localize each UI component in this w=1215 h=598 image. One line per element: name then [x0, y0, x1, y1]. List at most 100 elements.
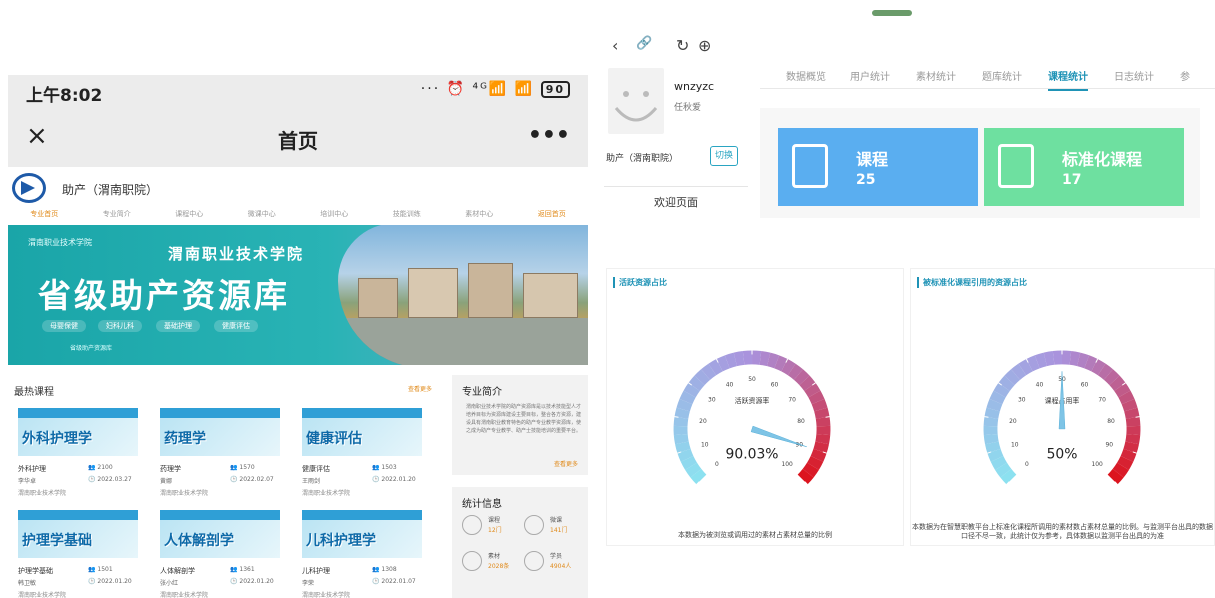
school-logo: [12, 173, 46, 203]
avatar: [608, 68, 664, 134]
tab-log-stats[interactable]: 日志统计: [1114, 68, 1154, 83]
intro-heading: 专业简介: [462, 387, 502, 398]
gauge-arc-segment: [990, 455, 1007, 470]
gauge-arc-segment: [724, 352, 738, 369]
course-thumbnail: 护理学基础: [18, 510, 138, 558]
switch-button[interactable]: 切换: [710, 146, 738, 166]
course-title: 外科护理: [18, 465, 46, 473]
course-card[interactable]: 护理学基础 护理学基础 👥 1501 韩卫敏 🕒 2022.01.20 渭南职业…: [18, 510, 138, 598]
stat-item: 微课 141门: [524, 515, 584, 545]
course-count-tile[interactable]: 课程 25: [778, 128, 978, 206]
gauge-arc-segment: [1117, 455, 1134, 470]
course-card[interactable]: 健康评估 健康评估 👥 1503 王雨剑 🕒 2022.01.20 渭南职业技术…: [302, 408, 422, 508]
site-nav-item[interactable]: 培训中心: [320, 209, 348, 223]
course-thumbnail: 健康评估: [302, 408, 422, 456]
gauge-tick: [1135, 416, 1140, 418]
panel-title: 被标准化课程引用的资源占比: [917, 277, 1027, 288]
gauge-arc-segment: [673, 433, 689, 445]
tab-question-stats[interactable]: 题库统计: [982, 68, 1022, 83]
tab-data-overview[interactable]: 数据概览: [786, 68, 826, 83]
course-thumbnail: 人体解剖学: [160, 510, 280, 558]
window-drag-handle[interactable]: [872, 10, 912, 16]
gauge-value: 90.03%: [726, 447, 779, 463]
link-icon[interactable]: 🔗: [636, 36, 652, 51]
gauge-arc-segment: [1091, 359, 1106, 376]
site-nav-item[interactable]: 返回首页: [538, 209, 566, 223]
course-card[interactable]: 人体解剖学 人体解剖学 👥 1361 张小红 🕒 2022.01.20 渭南职业…: [160, 510, 280, 598]
course-views: 👥 2100: [88, 464, 113, 471]
user-realname: 任秋爱: [674, 103, 702, 113]
gauge-center-label: 活跃资源率: [735, 396, 770, 405]
refresh-icon[interactable]: ↻: [676, 36, 689, 55]
gauge-tick-label: 100: [781, 461, 793, 468]
course-author: 张小红: [160, 580, 179, 587]
site-nav-item[interactable]: 课程中心: [175, 209, 203, 223]
panel-caption: 本数据为被浏览或调用过的素材占素材总量的比例: [678, 531, 832, 539]
signal-icons: ··· ⏰ ⁴ᴳ📶 📶: [420, 81, 535, 97]
site-nav-item[interactable]: 专业简介: [103, 209, 131, 223]
gauge-arc-segment: [679, 390, 696, 405]
gauge-tick: [825, 416, 830, 418]
course-card[interactable]: 外科护理学 外科护理 👥 2100 李华卓 🕒 2022.03.27 渭南职业技…: [18, 408, 138, 508]
gauge-arc-segment: [701, 363, 717, 380]
course-views: 👥 1361: [230, 566, 255, 573]
page-title: 首页: [278, 129, 318, 153]
tile-label: 课程: [856, 150, 889, 169]
course-views: 👥 1570: [230, 464, 255, 471]
back-icon[interactable]: ‹: [612, 36, 618, 55]
site-nav-item[interactable]: 微课中心: [248, 209, 276, 223]
gauge-arc-segment: [1076, 352, 1090, 369]
course-icon: [462, 515, 482, 535]
welcome-page-link[interactable]: 欢迎页面: [604, 186, 748, 218]
gauge-arc-segment: [674, 407, 690, 419]
tab-material-stats[interactable]: 素材统计: [916, 68, 956, 83]
gauge-arc-segment: [716, 355, 730, 372]
gauge-tick-label: 30: [1018, 397, 1026, 404]
gauge-arc-segment: [787, 363, 803, 380]
course-title: 儿科护理: [302, 567, 330, 575]
tab-user-stats[interactable]: 用户统计: [850, 68, 890, 83]
course-card[interactable]: 儿科护理学 儿科护理 👥 1308 李荣 🕒 2022.01.07 渭南职业技术…: [302, 510, 422, 598]
banner-footer: 省级助产资源库: [70, 345, 113, 352]
panel-caption: 本数据为在智慧职教平台上标准化课程所调用的素材数占素材总量的比例。与监测平台出具…: [912, 523, 1213, 540]
gauge-arc-segment: [1097, 363, 1113, 380]
hero-banner[interactable]: 渭南职业技术学院 渭南职业技术学院 省级助产资源库 母婴保健 妇科儿科 基础护理…: [8, 225, 588, 365]
username: wnzyzc: [674, 80, 715, 93]
tab-bar: 数据概览 用户统计 素材统计 题库统计 课程统计 日志统计 参: [760, 62, 1215, 91]
tab-more[interactable]: 参: [1180, 68, 1190, 83]
gauge-arc-segment: [989, 390, 1006, 405]
course-school: 渭南职业技术学院: [160, 490, 209, 497]
site-nav-item[interactable]: 素材中心: [465, 209, 493, 223]
gauge-tick-label: 0: [1025, 461, 1029, 468]
gauge-arc-segment: [1114, 382, 1131, 398]
course-date: 🕒 2022.01.20: [372, 476, 416, 483]
gauge-arc-segment: [1018, 359, 1033, 376]
more-menu-icon[interactable]: •••: [528, 123, 570, 148]
user-org: 助产（渭南职院）: [606, 154, 679, 164]
gauge-arc-segment: [675, 441, 691, 454]
gauge-tick-label: 10: [1011, 441, 1019, 448]
globe-icon[interactable]: ⊕: [698, 36, 711, 55]
course-card[interactable]: 药理学 药理学 👥 1570 黄娜 🕒 2022.02.07 渭南职业技术学院: [160, 408, 280, 508]
gauge-tick-label: 30: [708, 397, 716, 404]
course-school: 渭南职业技术学院: [18, 490, 67, 497]
gauge-tick-label: 20: [699, 418, 707, 425]
stat-item: 素材 2028条: [462, 551, 522, 581]
course-views: 👥 1308: [372, 566, 397, 573]
stats-box: 统计信息 课程 12门 微课 141门 素材 2028条 学员 4904人: [452, 487, 588, 598]
site-nav-item[interactable]: 专业首页: [30, 209, 58, 223]
hot-courses-more-link[interactable]: 查看更多: [408, 384, 432, 393]
gauge-arc-segment: [733, 351, 745, 367]
banner-college: 渭南职业技术学院: [168, 245, 305, 263]
site-name: 助产（渭南职院）: [62, 183, 159, 197]
site-nav-item[interactable]: 技能训练: [393, 209, 421, 223]
tab-divider: [760, 88, 1215, 89]
gauge-tick-label: 70: [1098, 397, 1106, 404]
standard-course-tile[interactable]: 标准化课程 17: [984, 128, 1184, 206]
gauge-arc-segment: [808, 390, 825, 405]
material-icon: [462, 551, 482, 571]
status-bar: 上午8:02 ··· ⏰ ⁴ᴳ📶 📶 90: [8, 75, 588, 109]
banner-title: 省级助产资源库: [38, 276, 290, 315]
course-school: 渭南职业技术学院: [18, 592, 67, 598]
intro-more-link[interactable]: 查看更多: [554, 459, 578, 468]
